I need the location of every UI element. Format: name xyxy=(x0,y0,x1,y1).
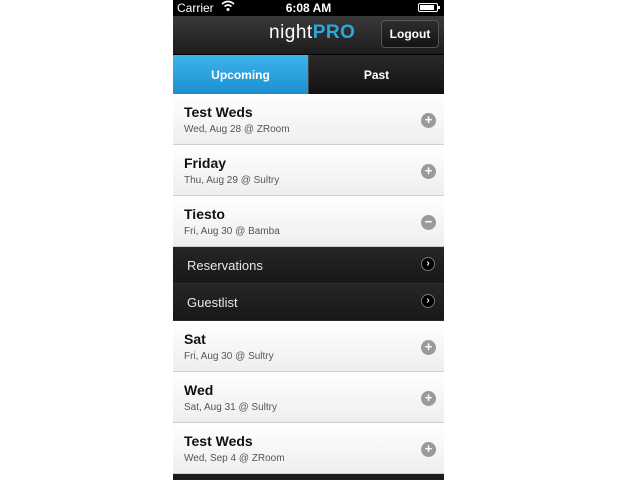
expand-plus-icon[interactable]: + xyxy=(421,164,436,179)
event-row[interactable]: Test Weds Wed, Sep 4 @ ZRoom + xyxy=(173,423,444,474)
event-subtitle: Fri, Aug 30 @ Bamba xyxy=(184,226,280,237)
segmented-tabs: Upcoming Past xyxy=(173,55,444,94)
event-subtitle: Sat, Aug 31 @ Sultry xyxy=(184,402,277,413)
event-sub-menu: Reservations › Guestlist › xyxy=(173,247,444,321)
tab-upcoming[interactable]: Upcoming xyxy=(173,55,308,94)
battery-icon xyxy=(418,3,440,12)
reservations-item[interactable]: Reservations › xyxy=(173,247,444,284)
event-list: Test Weds Wed, Aug 28 @ ZRoom + Friday T… xyxy=(173,94,444,474)
event-title: Tiesto xyxy=(184,206,225,222)
event-subtitle: Fri, Aug 30 @ Sultry xyxy=(184,351,274,362)
guestlist-item[interactable]: Guestlist › xyxy=(173,284,444,321)
event-subtitle: Wed, Aug 28 @ ZRoom xyxy=(184,124,290,135)
status-time: 6:08 AM xyxy=(285,1,332,15)
reservations-label: Reservations xyxy=(187,258,263,273)
event-row[interactable]: Test Weds Wed, Aug 28 @ ZRoom + xyxy=(173,94,444,145)
expand-plus-icon[interactable]: + xyxy=(421,340,436,355)
nav-bar: nightPRO Logout xyxy=(173,16,444,55)
logo-pro: PRO xyxy=(312,22,356,43)
logout-button[interactable]: Logout xyxy=(381,20,439,48)
collapse-minus-icon[interactable]: − xyxy=(421,215,436,230)
event-row[interactable]: Tiesto Fri, Aug 30 @ Bamba − xyxy=(173,196,444,247)
logo-night: night xyxy=(269,22,313,43)
expand-plus-icon[interactable]: + xyxy=(421,391,436,406)
app-logo: nightPRO xyxy=(269,22,355,44)
event-title: Test Weds xyxy=(184,433,253,449)
chevron-right-icon: › xyxy=(421,294,435,308)
event-title: Test Weds xyxy=(184,104,253,120)
bottom-bar xyxy=(173,474,444,480)
event-title: Wed xyxy=(184,382,214,398)
event-title: Friday xyxy=(184,155,227,171)
tab-past[interactable]: Past xyxy=(308,55,444,94)
status-bar: Carrier 6:08 AM xyxy=(173,0,444,16)
event-row[interactable]: Friday Thu, Aug 29 @ Sultry + xyxy=(173,145,444,196)
event-row[interactable]: Wed Sat, Aug 31 @ Sultry + xyxy=(173,372,444,423)
event-title: Sat xyxy=(184,331,206,347)
phone-screen: Carrier 6:08 AM nightPRO Logout Upcoming… xyxy=(173,0,444,480)
event-subtitle: Wed, Sep 4 @ ZRoom xyxy=(184,453,285,464)
event-subtitle: Thu, Aug 29 @ Sultry xyxy=(184,175,280,186)
event-row[interactable]: Sat Fri, Aug 30 @ Sultry + xyxy=(173,321,444,372)
chevron-right-icon: › xyxy=(421,257,435,271)
expand-plus-icon[interactable]: + xyxy=(421,113,436,128)
expand-plus-icon[interactable]: + xyxy=(421,442,436,457)
guestlist-label: Guestlist xyxy=(187,295,238,310)
